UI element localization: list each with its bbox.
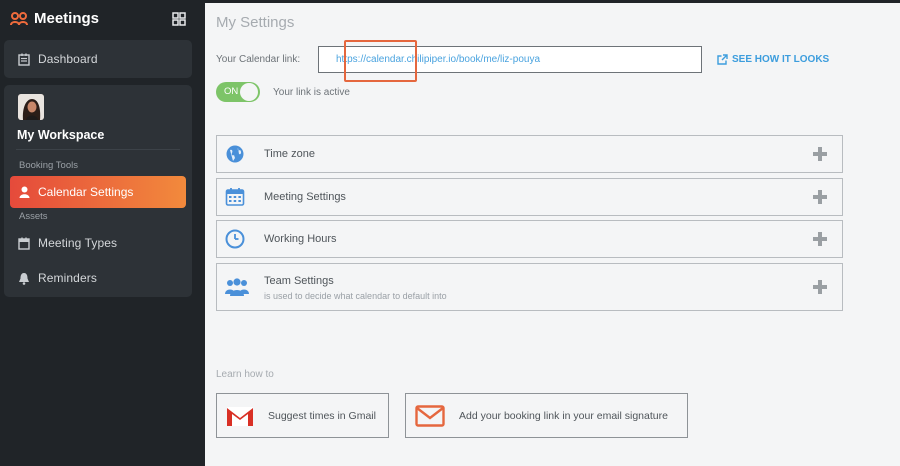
- plus-icon[interactable]: [813, 280, 827, 294]
- accordion-working-hours[interactable]: Working Hours: [216, 220, 843, 258]
- email-icon: [415, 404, 445, 427]
- apps-grid-icon[interactable]: [172, 12, 186, 26]
- gmail-icon: [227, 406, 253, 426]
- see-how-it-looks-link[interactable]: SEE HOW IT LOOKS: [717, 54, 829, 65]
- accordion-meeting-settings[interactable]: Meeting Settings: [216, 178, 843, 216]
- calendar-icon: [18, 237, 30, 250]
- section-assets: Assets: [19, 211, 48, 222]
- external-link-icon: [717, 54, 728, 65]
- toggle-status-text: Your link is active: [273, 87, 350, 98]
- workspace-title: My Workspace: [17, 128, 105, 142]
- calendar-link-label: Your Calendar link:: [216, 54, 301, 65]
- learn-how-to-label: Learn how to: [216, 369, 274, 380]
- link-active-toggle[interactable]: ON: [216, 82, 260, 102]
- plus-icon[interactable]: [813, 232, 827, 246]
- main-panel: My Settings Your Calendar link: SEE HOW …: [205, 3, 900, 466]
- toggle-knob: [240, 83, 258, 101]
- nav-reminders-label: Reminders: [38, 271, 97, 285]
- nav-reminders[interactable]: Reminders: [4, 262, 192, 294]
- signature-help-label: Add your booking link in your email sign…: [459, 409, 668, 422]
- signature-help-card[interactable]: Add your booking link in your email sign…: [405, 393, 688, 438]
- accordion-time-zone-title: Time zone: [264, 148, 315, 160]
- accordion-working-hours-title: Working Hours: [264, 233, 337, 245]
- nav-calendar-settings[interactable]: Calendar Settings: [10, 176, 186, 208]
- nav-calendar-settings-label: Calendar Settings: [38, 185, 134, 199]
- page-title: My Settings: [216, 14, 295, 31]
- dashboard-card: Dashboard: [4, 40, 192, 78]
- accordion-team-settings-subtitle: is used to decide what calendar to defau…: [264, 291, 447, 301]
- brand-title: Meetings: [34, 10, 100, 27]
- globe-icon: [226, 145, 244, 163]
- sidebar: Meetings Dashboard My Workspace Booking …: [0, 0, 202, 466]
- workspace-card: My Workspace Booking Tools Calendar Sett…: [4, 85, 192, 297]
- accordion-time-zone[interactable]: Time zone: [216, 135, 843, 173]
- nav-dashboard[interactable]: Dashboard: [4, 43, 192, 75]
- clock-icon: [225, 229, 245, 249]
- gmail-help-card[interactable]: Suggest times in Gmail: [216, 393, 389, 438]
- calendar-link-input[interactable]: [318, 46, 702, 73]
- avatar-image: [18, 94, 44, 120]
- section-booking-tools: Booking Tools: [19, 160, 78, 171]
- accordion-team-settings[interactable]: Team Settings is used to decide what cal…: [216, 263, 843, 311]
- plus-icon[interactable]: [813, 147, 827, 161]
- meetings-logo-icon: [10, 11, 28, 25]
- calendar-icon: [225, 188, 245, 206]
- accordion-meeting-settings-title: Meeting Settings: [264, 191, 346, 203]
- see-how-it-looks-label: SEE HOW IT LOOKS: [732, 54, 830, 65]
- brand[interactable]: Meetings: [10, 10, 99, 27]
- dashboard-icon: [18, 53, 30, 66]
- accordion-team-settings-title: Team Settings: [264, 275, 334, 287]
- avatar[interactable]: [18, 94, 44, 120]
- user-icon: [19, 186, 30, 198]
- nav-dashboard-label: Dashboard: [38, 52, 98, 66]
- nav-meeting-types-label: Meeting Types: [38, 236, 118, 250]
- nav-meeting-types[interactable]: Meeting Types: [4, 227, 192, 259]
- toggle-on-label: ON: [224, 86, 239, 97]
- divider: [16, 149, 180, 150]
- team-icon: [225, 278, 249, 296]
- bell-icon: [19, 272, 29, 285]
- gmail-help-label: Suggest times in Gmail: [268, 409, 376, 422]
- plus-icon[interactable]: [813, 190, 827, 204]
